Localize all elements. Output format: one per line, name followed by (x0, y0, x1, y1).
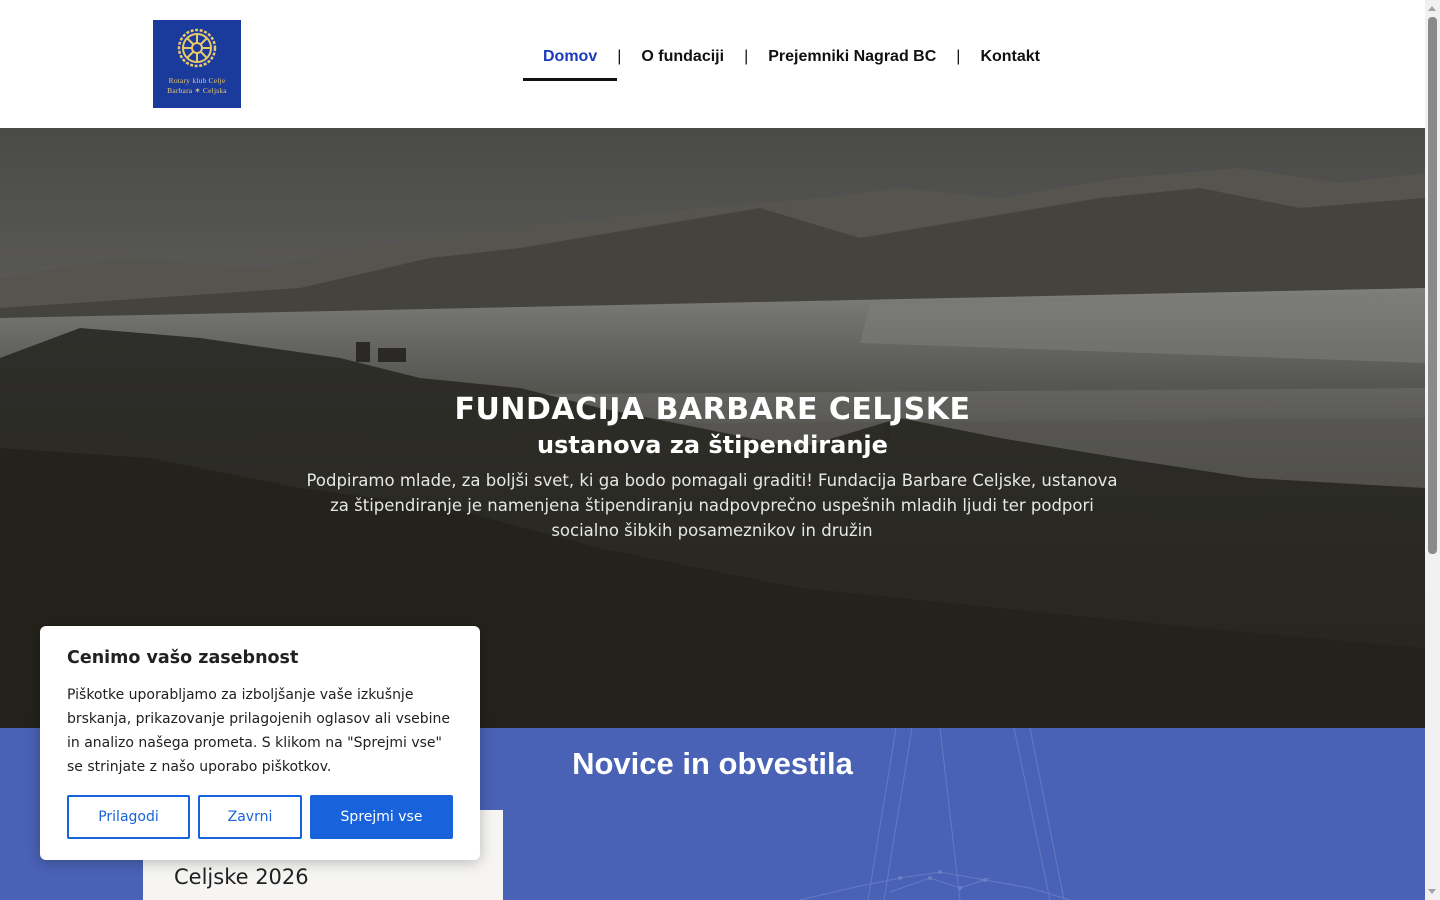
hero-description: Podpiramo mlade, za boljši svet, ki ga b… (306, 471, 1118, 540)
scrollbar-thumb[interactable] (1428, 17, 1437, 554)
reject-button[interactable]: Zavrni (198, 795, 302, 839)
news-card-title[interactable]: Celjske 2026 (174, 865, 309, 889)
nav-item-o-fundaciji[interactable]: O fundaciji (621, 36, 744, 81)
hero-subtitle: ustanova za štipendiranje (537, 431, 888, 459)
scroll-down-arrow-icon[interactable] (1428, 889, 1436, 894)
cookie-text: Piškotke uporabljamo za izboljšanje vaše… (67, 687, 451, 775)
page-scrollbar[interactable] (1425, 0, 1440, 900)
site-logo[interactable]: Rotary klub Celje Barbara ✶ Celjska (153, 20, 241, 108)
main-nav: Domov | O fundaciji | Prejemniki Nagrad … (523, 36, 1060, 81)
logo-line-2: Barbara ✶ Celjska (167, 86, 227, 95)
site-header: Rotary klub Celje Barbara ✶ Celjska Domo… (0, 0, 1425, 128)
nav-item-domov[interactable]: Domov (523, 36, 618, 81)
cookie-title: Cenimo vašo zasebnost (67, 648, 299, 668)
scroll-up-arrow-icon[interactable] (1428, 6, 1436, 11)
logo-text: Rotary klub Celje Barbara ✶ Celjska (167, 76, 227, 96)
rotary-wheel-icon (177, 28, 217, 68)
hero-title: FUNDACIJA BARBARE CELJSKE (454, 392, 971, 427)
cookie-consent-dialog: Cenimo vašo zasebnost Piškotke uporablja… (40, 626, 480, 860)
logo-line-1: Rotary klub Celje (168, 76, 226, 85)
nav-item-prejemniki[interactable]: Prejemniki Nagrad BC (748, 36, 956, 81)
customize-button[interactable]: Prilagodi (67, 795, 190, 839)
accept-all-button[interactable]: Sprejmi vse (310, 795, 453, 839)
nav-item-kontakt[interactable]: Kontakt (960, 36, 1060, 81)
